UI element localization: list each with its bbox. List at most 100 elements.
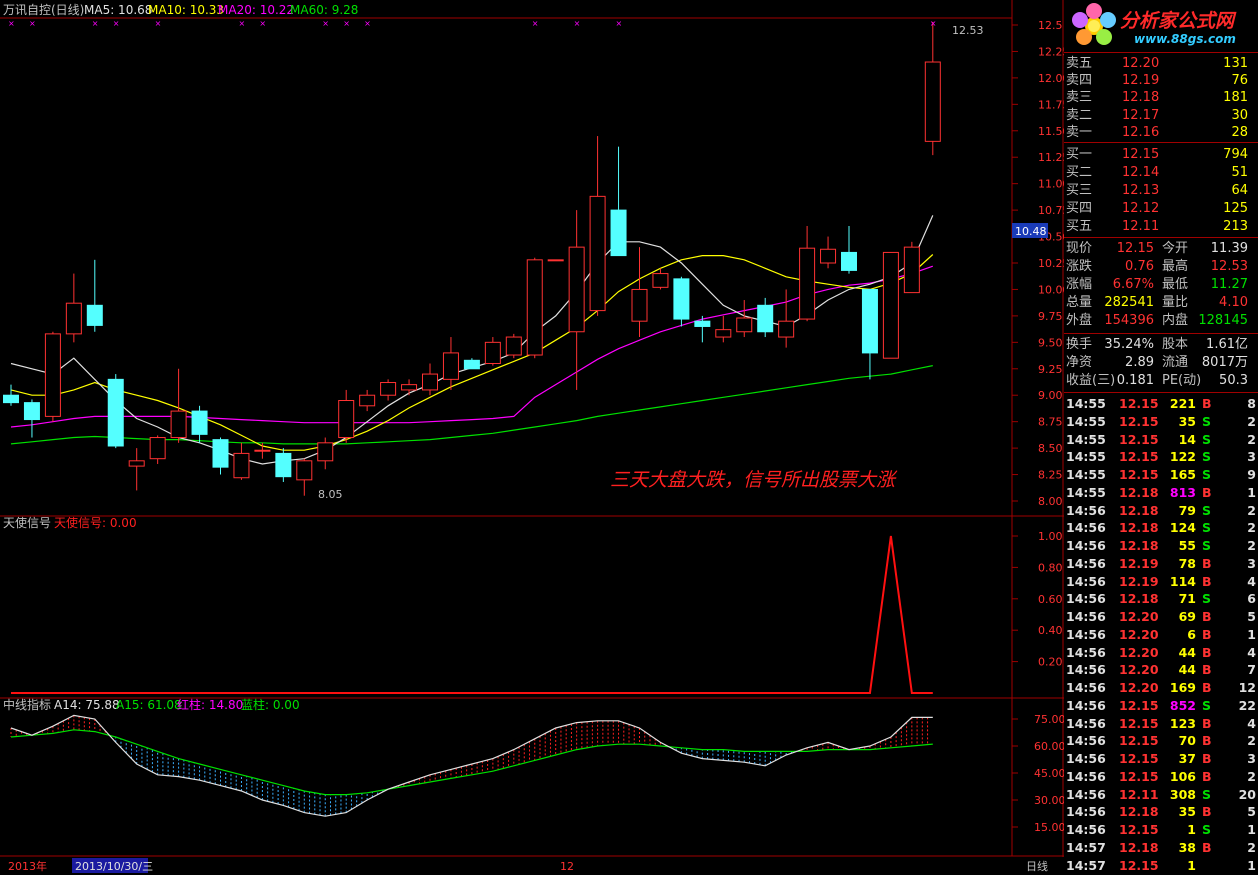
tick-count: 12: [1238, 680, 1256, 695]
quote-row: 卖四 12.19 76: [1064, 72, 1254, 89]
tick-row: 14:55 12.15 35 S 2: [1064, 413, 1258, 430]
price-tick-label: 9.75: [1038, 310, 1063, 323]
ask-volume: 76: [1231, 73, 1248, 89]
tick-side: B: [1202, 484, 1212, 500]
candle-body: [736, 317, 753, 333]
candle-body: [652, 273, 669, 288]
candle: [526, 257, 543, 359]
tick-price: 12.15: [1119, 413, 1159, 429]
candle-body: [673, 278, 690, 320]
tick-row: 14:56 12.15 852 S 22: [1064, 697, 1258, 714]
ask-volume: 181: [1223, 90, 1248, 106]
price-tick-label: 11.50: [1038, 125, 1064, 138]
tick-count: 20: [1238, 786, 1256, 802]
tick-row: 14:56 12.18 124 S 2: [1064, 519, 1258, 536]
tick-price: 12.19: [1119, 555, 1159, 571]
timeline-year: 2013年: [8, 859, 47, 873]
tick-count: 2: [1247, 839, 1256, 855]
candle-body: [317, 442, 334, 462]
tick-count: 2: [1247, 413, 1256, 429]
tick-row: 14:56 12.18 55 S 2: [1064, 537, 1258, 554]
extra-label: 股本: [1162, 337, 1189, 352]
candle-body: [275, 452, 292, 478]
tick-count: 2: [1247, 502, 1256, 518]
candle-body: [484, 341, 501, 364]
tick-side: B: [1202, 626, 1212, 642]
indicator1-title: 天使信号: [3, 515, 51, 530]
tick-time: 14:56: [1066, 697, 1106, 713]
tick-count: 1: [1247, 822, 1256, 837]
stat-value: 6.67%: [1112, 277, 1154, 292]
quote-row: 涨幅 6.67% 最低 11.27: [1064, 276, 1254, 293]
tick-side: B: [1202, 751, 1212, 766]
tick-row: 14:56 12.19 114 B 4: [1064, 573, 1258, 590]
stat-value: 0.76: [1125, 259, 1154, 274]
tick-price: 12.20: [1119, 626, 1159, 642]
tick-volume: 124: [1169, 520, 1196, 536]
bid-volume: 125: [1223, 201, 1248, 216]
tick-count: 3: [1247, 449, 1256, 465]
quote-row: 卖二 12.17 30: [1064, 107, 1254, 124]
bid-volume: 51: [1231, 165, 1248, 180]
blue-bar-label: 蓝柱: 0.00: [241, 697, 300, 712]
candle-body: [86, 304, 103, 326]
tick-count: 5: [1247, 609, 1256, 624]
candle-body: [820, 248, 837, 264]
price-tick-label: 11.00: [1038, 178, 1064, 191]
candle-body: [903, 246, 920, 294]
candle-body: [23, 402, 40, 421]
quote-row: 总量 282541 量比 4.10: [1064, 294, 1254, 311]
bid-label: 买一: [1066, 147, 1093, 162]
candle-body: [924, 61, 941, 142]
signal-mark: ×: [364, 19, 371, 28]
tick-row: 14:55 12.15 221 B 8: [1064, 395, 1258, 412]
candle-body: [65, 302, 82, 335]
indicator1-value: 天使信号: 0.00: [54, 515, 137, 530]
candle-body: [338, 400, 355, 439]
tick-time: 14:56: [1066, 520, 1106, 536]
indicator2-tick-label: 15.00: [1034, 821, 1064, 834]
signal-mark: ×: [92, 19, 99, 28]
indicator1-tick-label: 0.20: [1038, 656, 1063, 669]
tick-side: B: [1202, 396, 1212, 411]
tick-price: 12.20: [1119, 609, 1159, 624]
tick-row: 14:56 12.15 37 B 3: [1064, 750, 1258, 767]
stat-label: 最高: [1162, 259, 1189, 274]
tick-side: S: [1202, 520, 1212, 536]
stat-value: 12.53: [1210, 259, 1248, 274]
tick-price: 12.18: [1119, 591, 1159, 607]
tick-price: 12.18: [1119, 484, 1159, 500]
tick-side: B: [1202, 680, 1212, 695]
stat-value: 12.15: [1116, 241, 1154, 256]
tick-row: 14:56 12.18 35 B 5: [1064, 803, 1258, 820]
tick-time: 14:56: [1066, 751, 1106, 766]
candle-body: [547, 259, 564, 262]
signal-mark: ×: [616, 19, 623, 28]
tick-row: 14:55 12.15 122 S 3: [1064, 448, 1258, 465]
extra-label: PE(动): [1162, 373, 1202, 388]
quote-row: 收益(三) 0.181 PE(动) 50.3: [1064, 372, 1254, 389]
tick-count: 1: [1247, 626, 1256, 642]
chart-area[interactable]: 万讯自控(日线) MA5: 10.68 MA10: 10.33 MA20: 10…: [0, 0, 1064, 875]
ask-price: 12.18: [1122, 90, 1160, 106]
tick-time: 14:55: [1066, 484, 1106, 500]
price-tick-label: 9.00: [1038, 389, 1063, 402]
quote-row: 卖五 12.20 131: [1064, 55, 1254, 72]
tick-count: 4: [1247, 644, 1256, 660]
tick-row: 14:56 12.15 1 S 1: [1064, 821, 1258, 838]
candle-body: [107, 378, 124, 447]
tick-row: 14:56 12.18 71 S 6: [1064, 590, 1258, 607]
tick-row: 14:55 12.15 14 S 2: [1064, 431, 1258, 448]
tick-volume: 308: [1169, 786, 1196, 802]
indicator2-tick-label: 60.00: [1034, 740, 1064, 753]
timeline-period: 日线: [1026, 859, 1048, 873]
tick-time: 14:56: [1066, 644, 1106, 660]
candle: [107, 374, 124, 449]
stat-value: 11.27: [1210, 277, 1248, 292]
stat-label: 最低: [1162, 277, 1189, 292]
tick-count: 2: [1247, 520, 1256, 536]
quote-panel: 卖五 12.20 131 卖四 12.19 76 卖三 12.18 181 卖二 12.17 30 卖一…: [1064, 52, 1258, 393]
signal-mark: ×: [29, 19, 36, 28]
tick-panel[interactable]: 14:55 12.15 221 B 8 14:55 12.15 35 S 2 14:55 12.15 1…: [1064, 394, 1258, 875]
tick-time: 14:55: [1066, 449, 1106, 465]
